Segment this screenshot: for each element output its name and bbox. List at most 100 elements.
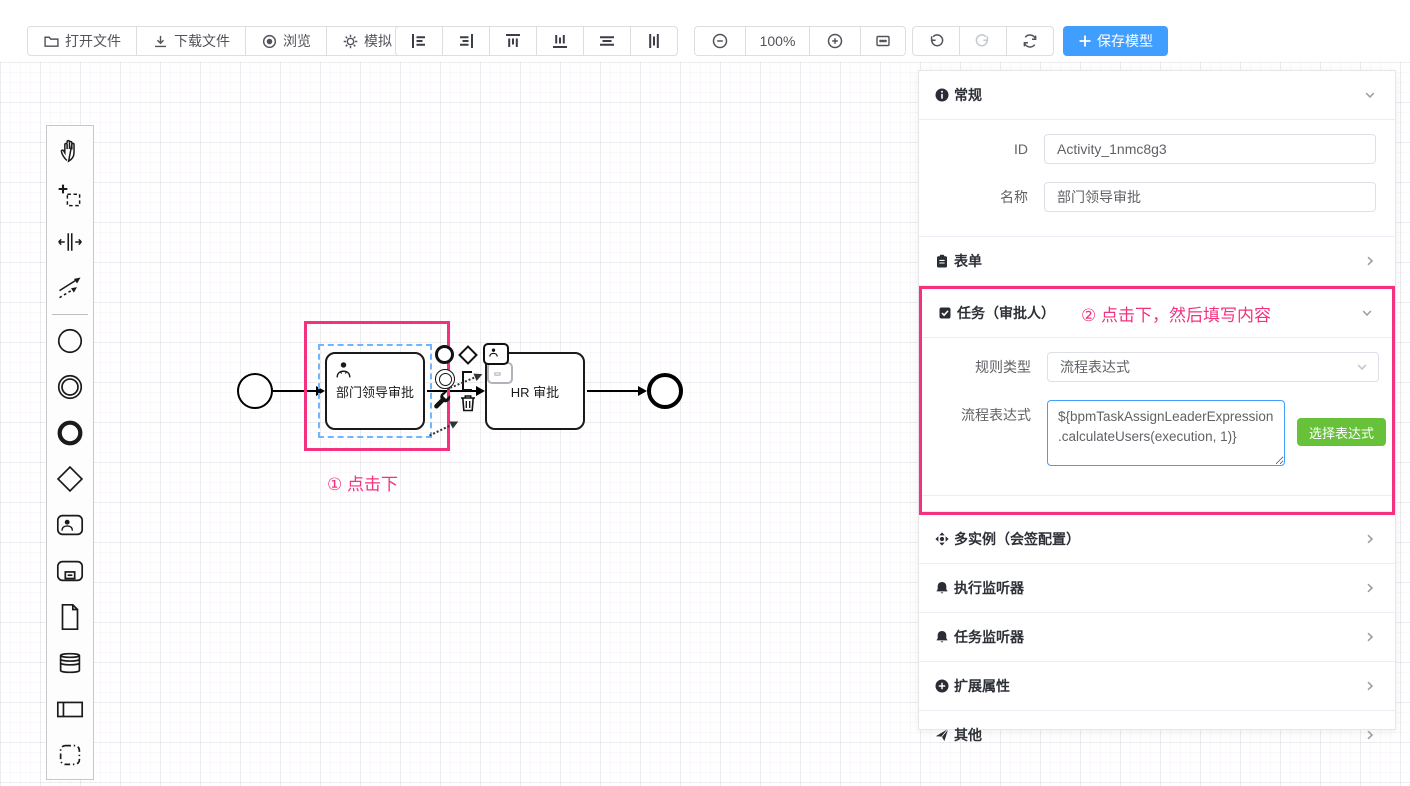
save-model-button[interactable]: 保存模型 <box>1063 26 1168 56</box>
refresh-button[interactable] <box>1006 26 1054 56</box>
align-left-button[interactable] <box>395 26 443 56</box>
expression-textarea[interactable]: ${bpmTaskAssignLeaderExpression.calculat… <box>1047 400 1285 466</box>
align-button-group <box>395 26 678 56</box>
section-task-title: 任务（审批人） <box>957 303 1055 323</box>
name-field-row: 名称 <box>919 182 1395 212</box>
open-file-button[interactable]: 打开文件 <box>27 26 137 56</box>
section-general-body: ID 名称 <box>919 120 1395 236</box>
create-end-event[interactable] <box>47 410 93 456</box>
change-type-button[interactable] <box>433 392 453 412</box>
zoom-level-button[interactable]: 100% <box>745 26 810 56</box>
section-extended-attributes: 扩展属性 <box>919 662 1395 711</box>
align-left-icon <box>410 32 428 50</box>
lasso-tool-icon <box>56 182 84 210</box>
chevron-right-icon <box>1363 728 1377 742</box>
clipboard-icon <box>935 254 949 268</box>
id-input[interactable] <box>1044 134 1376 164</box>
hand-tool[interactable] <box>47 127 93 173</box>
align-center-horizontal-button[interactable] <box>583 26 631 56</box>
rule-type-select[interactable] <box>1047 352 1379 382</box>
append-task-button[interactable] <box>483 343 509 365</box>
section-other: 其他 <box>919 711 1395 759</box>
tutorial-step1-text: ① 点击下 <box>327 470 398 495</box>
fit-viewport-button[interactable] <box>860 26 906 56</box>
append-gateway-button[interactable] <box>461 348 475 362</box>
fit-viewport-icon <box>874 32 892 50</box>
expression-row: 流程表达式 ${bpmTaskAssignLeaderExpression.ca… <box>922 400 1392 471</box>
section-extended-attributes-title: 扩展属性 <box>954 676 1010 696</box>
space-tool-icon <box>56 228 84 256</box>
tutorial-highlight-task <box>304 321 450 451</box>
chevron-right-icon <box>1363 532 1377 546</box>
zoom-in-icon <box>826 32 844 50</box>
section-extended-attributes-header[interactable]: 扩展属性 <box>919 662 1395 710</box>
start-event-shape[interactable] <box>237 373 273 409</box>
space-tool[interactable] <box>47 219 93 265</box>
section-task-listener-title: 任务监听器 <box>954 627 1024 647</box>
zoom-in-button[interactable] <box>809 26 861 56</box>
data-store-icon <box>55 648 85 678</box>
align-top-button[interactable] <box>489 26 537 56</box>
bell-icon <box>935 630 949 644</box>
section-task-listener-header[interactable]: 任务监听器 <box>919 613 1395 661</box>
align-bottom-button[interactable] <box>536 26 584 56</box>
end-event-icon <box>435 345 454 364</box>
chevron-right-icon <box>1363 254 1377 268</box>
wrench-icon <box>433 392 453 412</box>
create-intermediate-event[interactable] <box>47 364 93 410</box>
section-other-title: 其他 <box>954 725 982 745</box>
lasso-tool[interactable] <box>47 173 93 219</box>
user-task-icon <box>483 343 509 365</box>
refresh-icon <box>1021 32 1039 50</box>
create-data-object[interactable] <box>47 594 93 640</box>
id-label: ID <box>919 134 1028 164</box>
open-file-label: 打开文件 <box>65 31 121 51</box>
delete-button[interactable] <box>459 393 477 412</box>
zoom-level-value: 100% <box>760 33 796 49</box>
section-execution-listener: 执行监听器 <box>919 564 1395 613</box>
preview-button[interactable]: 浏览 <box>245 26 327 56</box>
global-connect-tool[interactable] <box>47 265 93 311</box>
align-center-vertical-button[interactable] <box>630 26 678 56</box>
gateway-icon <box>55 464 85 494</box>
redo-button[interactable] <box>959 26 1007 56</box>
create-gateway[interactable] <box>47 456 93 502</box>
chevron-down-icon <box>1360 306 1374 320</box>
file-button-group: 打开文件 下载文件 浏览 模拟 <box>27 26 408 56</box>
zoom-out-icon <box>711 32 729 50</box>
section-task-header[interactable]: 任务（审批人） ② 点击下，然后填写内容 <box>922 289 1392 337</box>
section-form: 表单 <box>919 237 1395 286</box>
preview-label: 浏览 <box>283 31 311 51</box>
zoom-out-button[interactable] <box>694 26 746 56</box>
select-expression-button[interactable]: 选择表达式 <box>1297 418 1386 446</box>
save-model-label: 保存模型 <box>1097 31 1153 51</box>
plus-icon <box>1078 34 1092 48</box>
create-group[interactable] <box>47 732 93 778</box>
download-file-button[interactable]: 下载文件 <box>136 26 246 56</box>
palette-separator <box>52 314 88 315</box>
create-user-task[interactable] <box>47 502 93 548</box>
section-form-header[interactable]: 表单 <box>919 237 1395 285</box>
create-data-store[interactable] <box>47 640 93 686</box>
align-right-button[interactable] <box>442 26 490 56</box>
section-multi-instance-header[interactable]: 多实例（会签配置） <box>919 515 1395 563</box>
end-event-shape[interactable] <box>647 373 683 409</box>
history-button-group <box>912 26 1054 56</box>
append-end-event-button[interactable] <box>435 345 454 364</box>
bell-icon <box>935 581 949 595</box>
create-start-event[interactable] <box>47 318 93 364</box>
rule-type-label: 规则类型 <box>922 352 1031 382</box>
toolbar: 打开文件 下载文件 浏览 模拟 <box>0 0 1410 62</box>
section-general-title: 常规 <box>954 85 982 105</box>
align-top-icon <box>504 32 522 50</box>
undo-button[interactable] <box>912 26 960 56</box>
create-participant[interactable] <box>47 686 93 732</box>
section-execution-listener-header[interactable]: 执行监听器 <box>919 564 1395 612</box>
name-input[interactable] <box>1044 182 1376 212</box>
sequence-flow-3[interactable] <box>587 390 638 392</box>
chevron-right-icon <box>1363 581 1377 595</box>
section-other-header[interactable]: 其他 <box>919 711 1395 759</box>
create-subprocess[interactable] <box>47 548 93 594</box>
download-icon <box>152 33 169 50</box>
section-general-header[interactable]: 常规 <box>919 71 1395 119</box>
